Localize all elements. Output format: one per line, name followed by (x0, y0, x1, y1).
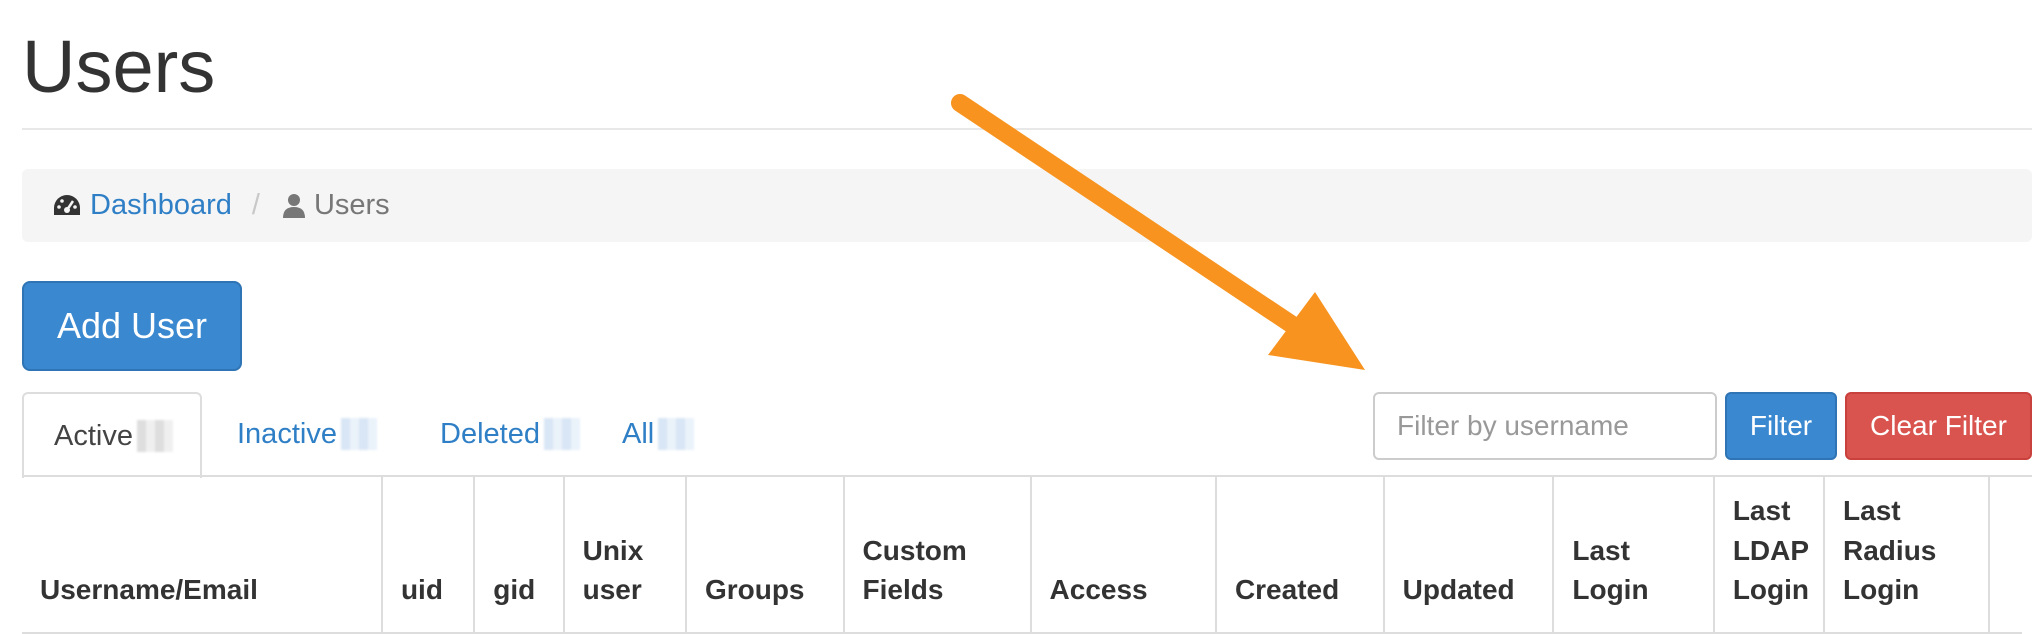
column-header-created[interactable]: Created (1214, 476, 1384, 634)
add-user-button[interactable]: Add User (22, 281, 242, 371)
breadcrumb-users: Users (282, 189, 390, 222)
column-header-gid[interactable]: gid (473, 476, 564, 634)
annotation-arrow-head (1268, 292, 1365, 370)
column-header-actions (1987, 476, 2022, 634)
breadcrumb-separator: / (251, 189, 260, 221)
column-header-last-login[interactable]: Last Login (1552, 476, 1714, 634)
column-header-access[interactable]: Access (1029, 476, 1216, 634)
breadcrumb-current: Users (313, 189, 390, 221)
tab-active-label: Active (54, 419, 133, 452)
tab-all-count (658, 418, 695, 450)
tab-active-count (136, 420, 173, 452)
breadcrumb: Dashboard / Users (22, 169, 2032, 242)
tab-inactive-count (340, 418, 377, 450)
tab-all[interactable]: All (592, 392, 732, 476)
tab-deleted[interactable]: Deleted (410, 392, 590, 476)
filter-username-input[interactable] (1373, 392, 1717, 460)
column-header-last-ldap-login[interactable]: Last LDAP Login (1712, 476, 1825, 634)
users-table: Username/Email uid gid Unix user Groups … (22, 476, 2022, 634)
breadcrumb-dashboard-link[interactable]: Dashboard (90, 189, 232, 222)
title-divider (22, 128, 2032, 130)
column-header-last-radius-login[interactable]: Last Radius Login (1823, 476, 1989, 634)
tab-all-label: All (622, 417, 655, 450)
tab-deleted-label: Deleted (440, 417, 540, 450)
tab-inactive-label: Inactive (237, 417, 337, 450)
breadcrumb-dashboard[interactable]: Dashboard (52, 189, 232, 222)
column-header-username-email[interactable]: Username/Email (22, 476, 382, 634)
table-header-row: Username/Email uid gid Unix user Groups … (22, 476, 2022, 634)
tab-deleted-count (543, 418, 580, 450)
tab-active[interactable]: Active (22, 392, 202, 478)
dashboard-icon (52, 193, 82, 219)
clear-filter-button[interactable]: Clear Filter (1845, 392, 2032, 460)
column-header-groups[interactable]: Groups (684, 476, 844, 634)
tab-inactive[interactable]: Inactive (207, 392, 402, 476)
filter-button[interactable]: Filter (1725, 392, 1837, 460)
page-title: Users (22, 25, 216, 108)
column-header-custom-fields[interactable]: Custom Fields (842, 476, 1031, 634)
column-header-unix-user[interactable]: Unix user (562, 476, 686, 634)
column-header-updated[interactable]: Updated (1382, 476, 1554, 634)
column-header-uid[interactable]: uid (380, 476, 475, 634)
user-icon (282, 193, 306, 219)
